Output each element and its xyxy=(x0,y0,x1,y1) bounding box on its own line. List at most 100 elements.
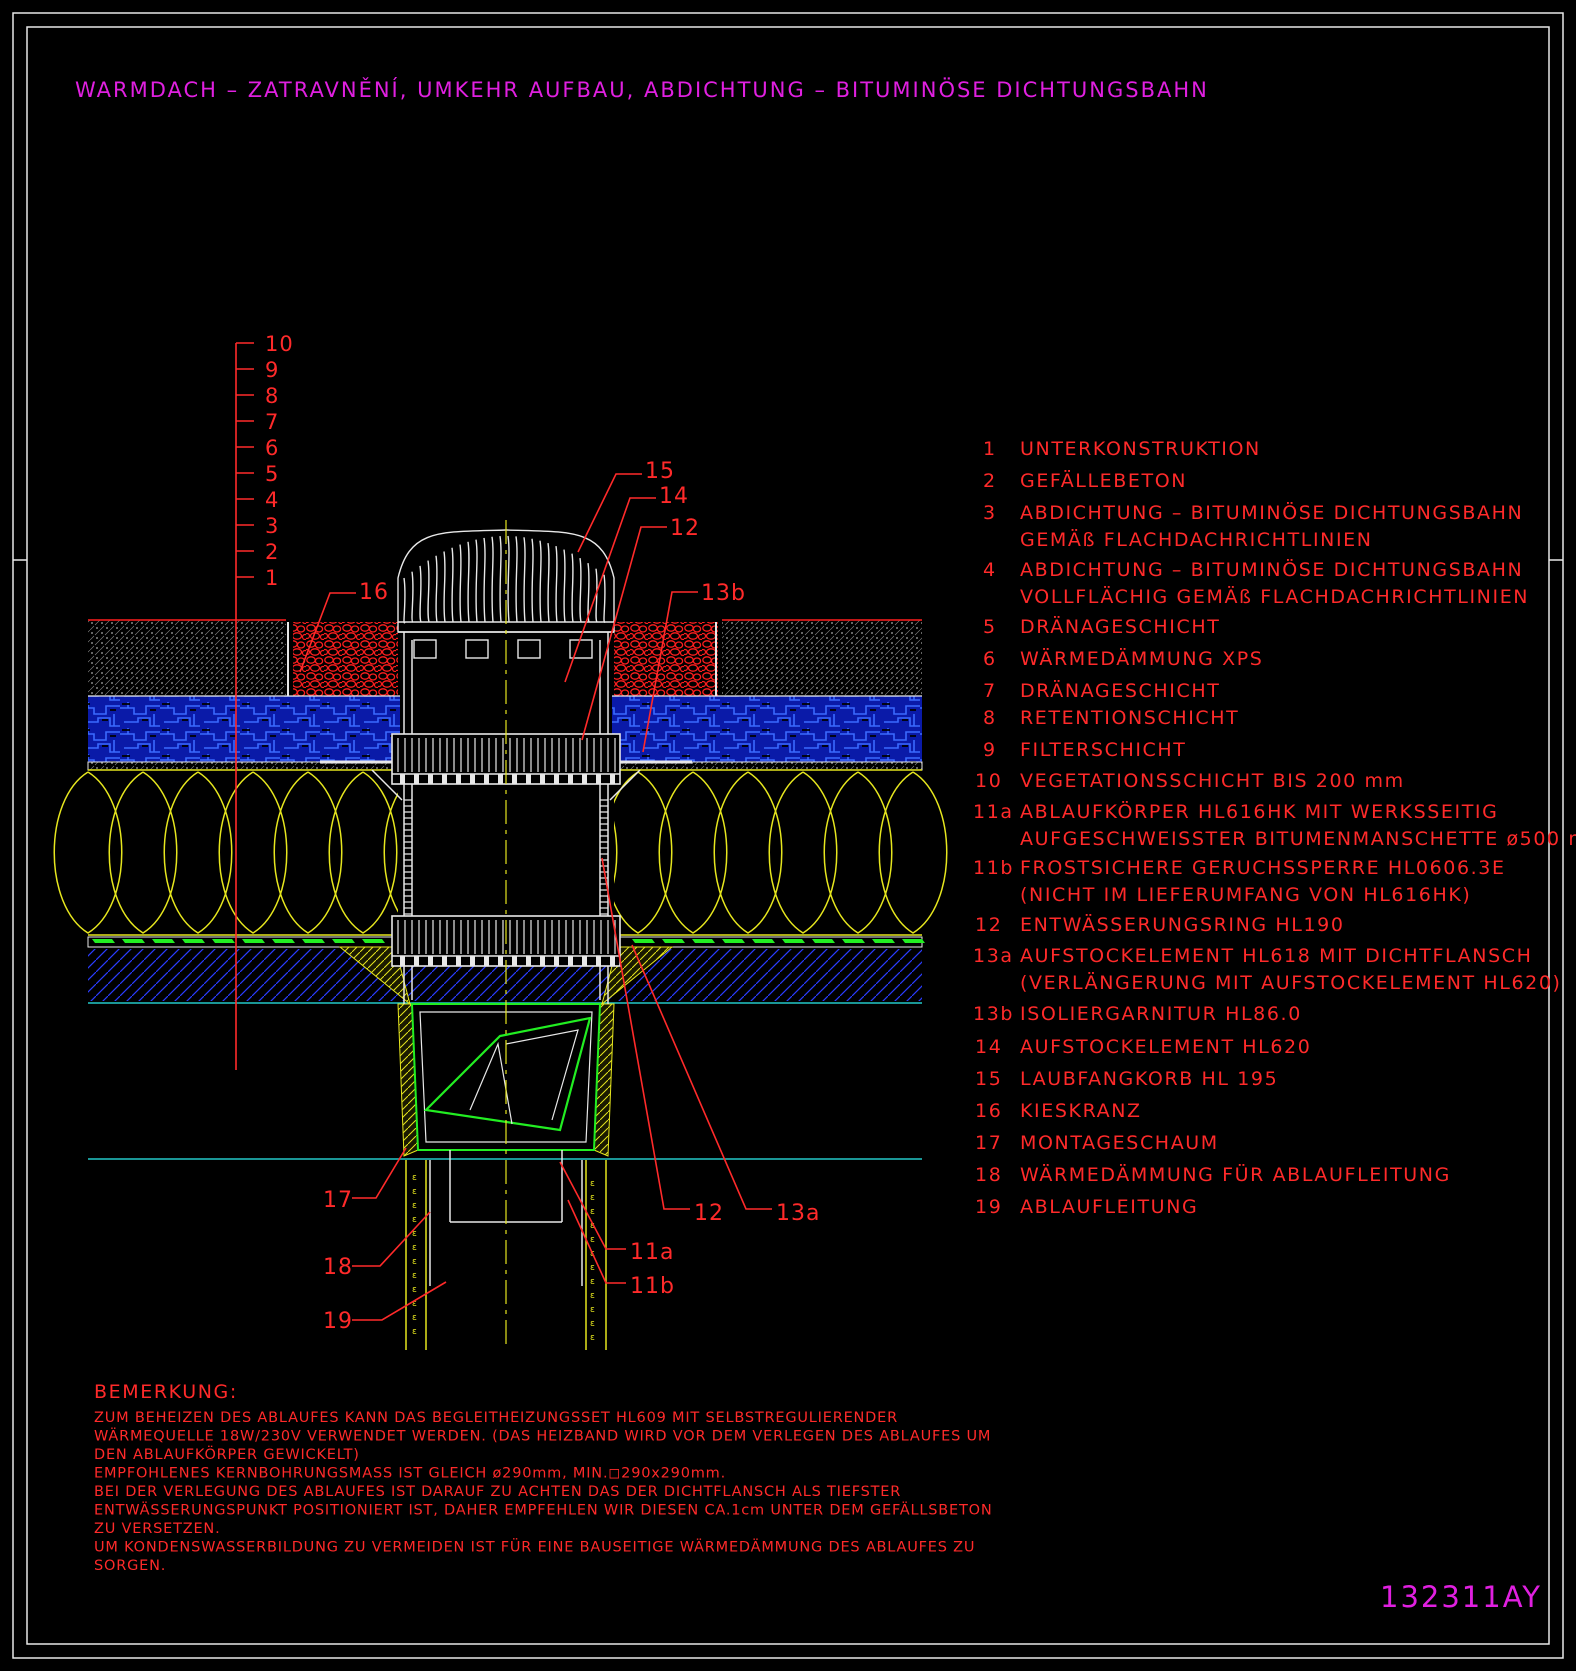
scale-label: 4 xyxy=(265,488,279,512)
legend-text: ABDICHTUNG – BITUMINÖSE DICHTUNGSBAHN xyxy=(1020,501,1523,524)
legend-text: RETENTIONSCHICHT xyxy=(1020,707,1239,729)
callout-15: 15 xyxy=(645,459,675,484)
gravel-ring-left xyxy=(293,622,398,696)
legend-number: 8 xyxy=(983,707,997,729)
legend-text: ABLAUFKÖRPER HL616HK MIT WERKSSEITIG xyxy=(1020,800,1498,823)
scale-label: 2 xyxy=(265,540,279,564)
legend-number: 9 xyxy=(983,739,997,761)
svg-text:ɛ: ɛ xyxy=(590,1263,595,1273)
svg-text:ɛ: ɛ xyxy=(590,1319,595,1329)
svg-text:ɛ: ɛ xyxy=(412,1215,417,1225)
legend-text: (NICHT IM LIEFERUMFANG VON HL616HK) xyxy=(1020,884,1471,906)
legend-text: LAUBFANGKORB HL 195 xyxy=(1020,1068,1278,1090)
legend-number: 13a xyxy=(973,945,1014,967)
callout-11b: 11b xyxy=(630,1274,675,1299)
svg-text:ɛ: ɛ xyxy=(590,1305,595,1315)
xps-insulation-right xyxy=(612,696,922,762)
note-line: SORGEN. xyxy=(94,1558,166,1574)
svg-text:ɛ: ɛ xyxy=(412,1271,417,1281)
legend-text: WÄRMEDÄMMUNG XPS xyxy=(1020,647,1263,670)
callout-12-bottom: 12 xyxy=(694,1201,724,1226)
legend-text: ISOLIERGARNITUR HL86.0 xyxy=(1020,1003,1302,1025)
notes-heading: BEMERKUNG: xyxy=(94,1381,238,1403)
legend-number: 7 xyxy=(983,680,997,702)
svg-text:ɛ: ɛ xyxy=(590,1277,595,1287)
legend-number: 6 xyxy=(983,648,997,670)
legend-text: AUFSTOCKELEMENT HL618 MIT DICHTFLANSCH xyxy=(1020,945,1533,967)
scale-label: 5 xyxy=(265,462,279,486)
callout-12-top: 12 xyxy=(670,516,700,541)
svg-text:ɛ: ɛ xyxy=(412,1285,417,1295)
svg-text:ɛ: ɛ xyxy=(590,1207,595,1217)
roof-section xyxy=(53,619,948,1160)
legend-number: 14 xyxy=(975,1036,1002,1058)
svg-text:ɛ: ɛ xyxy=(412,1257,417,1267)
callout-13b: 13b xyxy=(701,581,746,606)
note-line: ZUM BEHEIZEN DES ABLAUFES KANN DAS BEGLE… xyxy=(94,1410,898,1426)
legend-number: 5 xyxy=(983,616,997,638)
legend-text: DRÄNAGESCHICHT xyxy=(1020,679,1220,702)
callout-13a: 13a xyxy=(776,1201,820,1226)
legend-text: VOLLFLÄCHIG GEMÄß FLACHDACHRICHTLINIEN xyxy=(1020,585,1529,608)
legend-number: 12 xyxy=(975,914,1002,936)
note-line: ZU VERSETZEN. xyxy=(94,1521,221,1537)
svg-text:ɛ: ɛ xyxy=(590,1291,595,1301)
svg-text:ɛ: ɛ xyxy=(412,1201,417,1211)
note-line: EMPFOHLENES KERNBOHRUNGSMASS IST GLEICH … xyxy=(94,1466,726,1482)
note-line: BEI DER VERLEGUNG DES ABLAUFES IST DARAU… xyxy=(94,1484,901,1500)
scale-label: 1 xyxy=(265,566,279,590)
svg-text:ɛ: ɛ xyxy=(412,1327,417,1337)
svg-text:ɛ: ɛ xyxy=(412,1243,417,1253)
detail-drawing: WARMDACH – ZATRAVNĚNÍ, UMKEHR AUFBAU, AB… xyxy=(12,12,1576,1659)
gravel-ring-right xyxy=(614,622,718,696)
callout-18: 18 xyxy=(323,1255,353,1280)
legend-number: 3 xyxy=(983,502,997,524)
callout-19: 19 xyxy=(323,1309,353,1334)
legend-text: GEFÄLLEBETON xyxy=(1020,469,1187,492)
legend-number: 1 xyxy=(983,438,997,460)
svg-text:ɛ: ɛ xyxy=(590,1179,595,1189)
scale-label: 7 xyxy=(265,410,279,434)
legend-text: DRÄNAGESCHICHT xyxy=(1020,615,1220,638)
svg-text:ɛ: ɛ xyxy=(590,1235,595,1245)
note-line: UM KONDENSWASSERBILDUNG ZU VERMEIDEN IST… xyxy=(94,1538,975,1556)
svg-text:ɛ: ɛ xyxy=(412,1173,417,1183)
note-line: WÄRMEQUELLE 18W/230V VERWENDET WERDEN. (… xyxy=(94,1427,991,1445)
vegetation-layer-right xyxy=(722,620,922,696)
callout-16: 16 xyxy=(359,580,389,605)
callout-14: 14 xyxy=(659,484,689,509)
legend-text: WÄRMEDÄMMUNG FÜR ABLAUFLEITUNG xyxy=(1020,1163,1451,1186)
legend-number: 16 xyxy=(975,1100,1002,1122)
svg-text:ɛ: ɛ xyxy=(412,1313,417,1323)
legend-text: MONTAGESCHAUM xyxy=(1020,1132,1219,1154)
scale-label: 10 xyxy=(265,332,294,356)
legend-text: GEMÄß FLACHDACHRICHTLINIEN xyxy=(1020,528,1373,551)
svg-text:ɛ: ɛ xyxy=(590,1193,595,1203)
legend-text: ABLAUFLEITUNG xyxy=(1020,1196,1198,1218)
legend-text: ABDICHTUNG – BITUMINÖSE DICHTUNGSBAHN xyxy=(1020,558,1523,581)
drawing-title: WARMDACH – ZATRAVNĚNÍ, UMKEHR AUFBAU, AB… xyxy=(75,77,1209,102)
xps-insulation-left xyxy=(88,696,400,762)
legend-number: 11a xyxy=(973,801,1014,823)
callout-17: 17 xyxy=(323,1188,353,1213)
vegetation-layer-left xyxy=(88,620,286,696)
legend-text: VEGETATIONSSCHICHT BIS 200 mm xyxy=(1020,770,1405,792)
note-line: ENTWÄSSERUNGSPUNKT POSITIONIERT IST, DAH… xyxy=(94,1501,993,1519)
legend-text: FILTERSCHICHT xyxy=(1020,739,1187,761)
drawing-code: 132311AY xyxy=(1380,1580,1542,1614)
callout-11a: 11a xyxy=(630,1240,674,1265)
legend-number: 10 xyxy=(975,770,1002,792)
legend-number: 15 xyxy=(975,1068,1002,1090)
note-line: DEN ABLAUFKÖRPER GEWICKELT) xyxy=(94,1445,360,1463)
legend-text: FROSTSICHERE GERUCHSSPERRE HL0606.3E xyxy=(1020,857,1506,879)
legend-text: AUFSTOCKELEMENT HL620 xyxy=(1020,1036,1311,1058)
svg-text:ɛ: ɛ xyxy=(590,1333,595,1343)
legend-number: 17 xyxy=(975,1132,1002,1154)
legend-number: 19 xyxy=(975,1196,1002,1218)
legend-text: KIESKRANZ xyxy=(1020,1100,1142,1122)
legend-number: 18 xyxy=(975,1164,1002,1186)
scale-label: 6 xyxy=(265,436,279,460)
svg-text:ɛ: ɛ xyxy=(412,1187,417,1197)
legend-text: UNTERKONSTRUKTION xyxy=(1020,438,1261,460)
scale-label: 8 xyxy=(265,384,279,408)
